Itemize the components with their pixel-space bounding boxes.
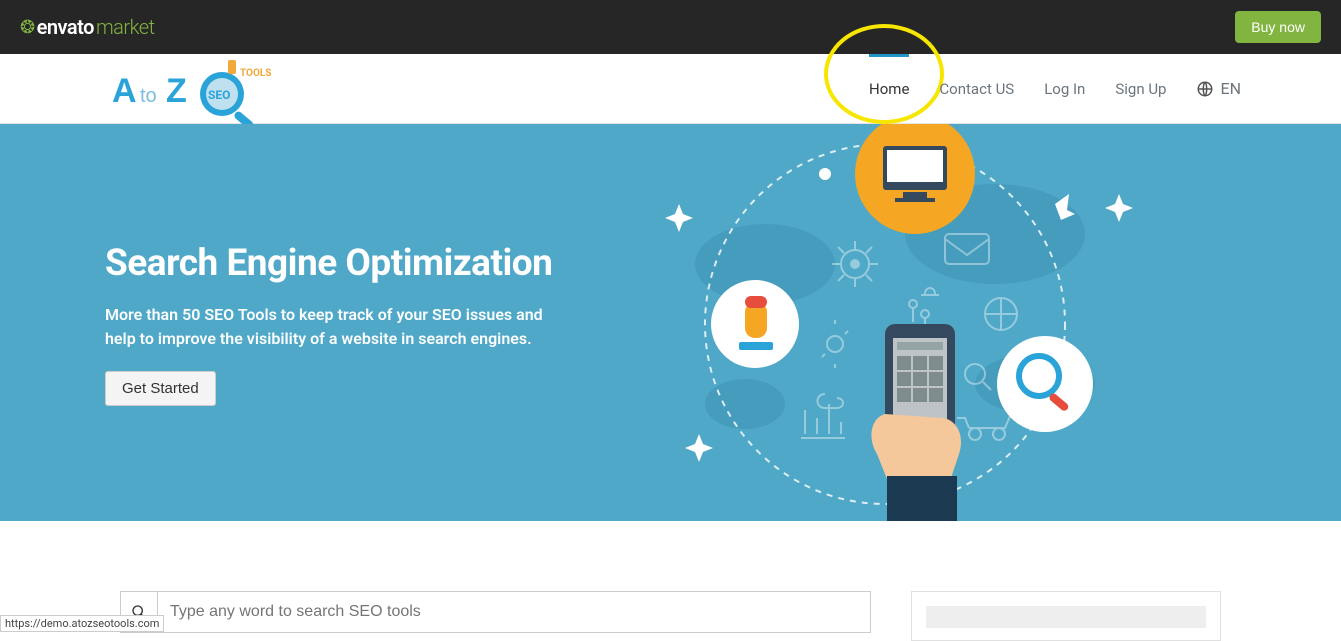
svg-text:TOOLS: TOOLS — [240, 68, 271, 79]
hero-section: Search Engine Optimization More than 50 … — [0, 124, 1341, 521]
search-input[interactable] — [158, 591, 871, 633]
svg-text:to: to — [140, 85, 157, 107]
nav-login[interactable]: Log In — [1044, 54, 1085, 123]
envato-brand-2: market — [96, 15, 155, 39]
main-nav: Home Contact US Log In Sign Up EN — [869, 54, 1241, 123]
nav-home[interactable]: Home — [869, 54, 909, 123]
status-bar-url: https://demo.atozseotools.com — [0, 615, 164, 632]
search-bar — [120, 591, 871, 641]
orbit-illustration-icon — [625, 124, 1145, 521]
site-logo[interactable]: A to Z SEO TOOLS — [110, 48, 280, 130]
nav-contact[interactable]: Contact US — [939, 54, 1014, 123]
hero-title: Search Engine Optimization — [105, 242, 575, 285]
sidebar-card — [911, 591, 1221, 641]
envato-brand-1: envato — [37, 15, 94, 39]
content-area — [0, 521, 1341, 641]
hero-description: More than 50 SEO Tools to keep track of … — [105, 303, 575, 351]
hero-illustration — [575, 124, 1241, 521]
leaf-icon: ❂ — [20, 17, 35, 38]
language-switcher[interactable]: EN — [1196, 79, 1241, 98]
buy-now-button[interactable]: Buy now — [1235, 11, 1321, 43]
envato-logo[interactable]: ❂ envato market — [20, 15, 155, 39]
header: A to Z SEO TOOLS Home Contact US Log In … — [0, 54, 1341, 124]
nav-home-label: Home — [869, 80, 909, 98]
envato-bar: ❂ envato market Buy now — [0, 0, 1341, 54]
sidebar-skeleton — [926, 606, 1206, 628]
svg-text:Z: Z — [166, 72, 187, 110]
language-label: EN — [1220, 79, 1241, 98]
globe-icon — [1196, 80, 1214, 98]
get-started-button[interactable]: Get Started — [105, 371, 216, 406]
hero-copy: Search Engine Optimization More than 50 … — [105, 124, 575, 521]
svg-text:SEO: SEO — [208, 88, 230, 102]
svg-text:A: A — [112, 72, 137, 110]
nav-signup[interactable]: Sign Up — [1115, 54, 1166, 123]
